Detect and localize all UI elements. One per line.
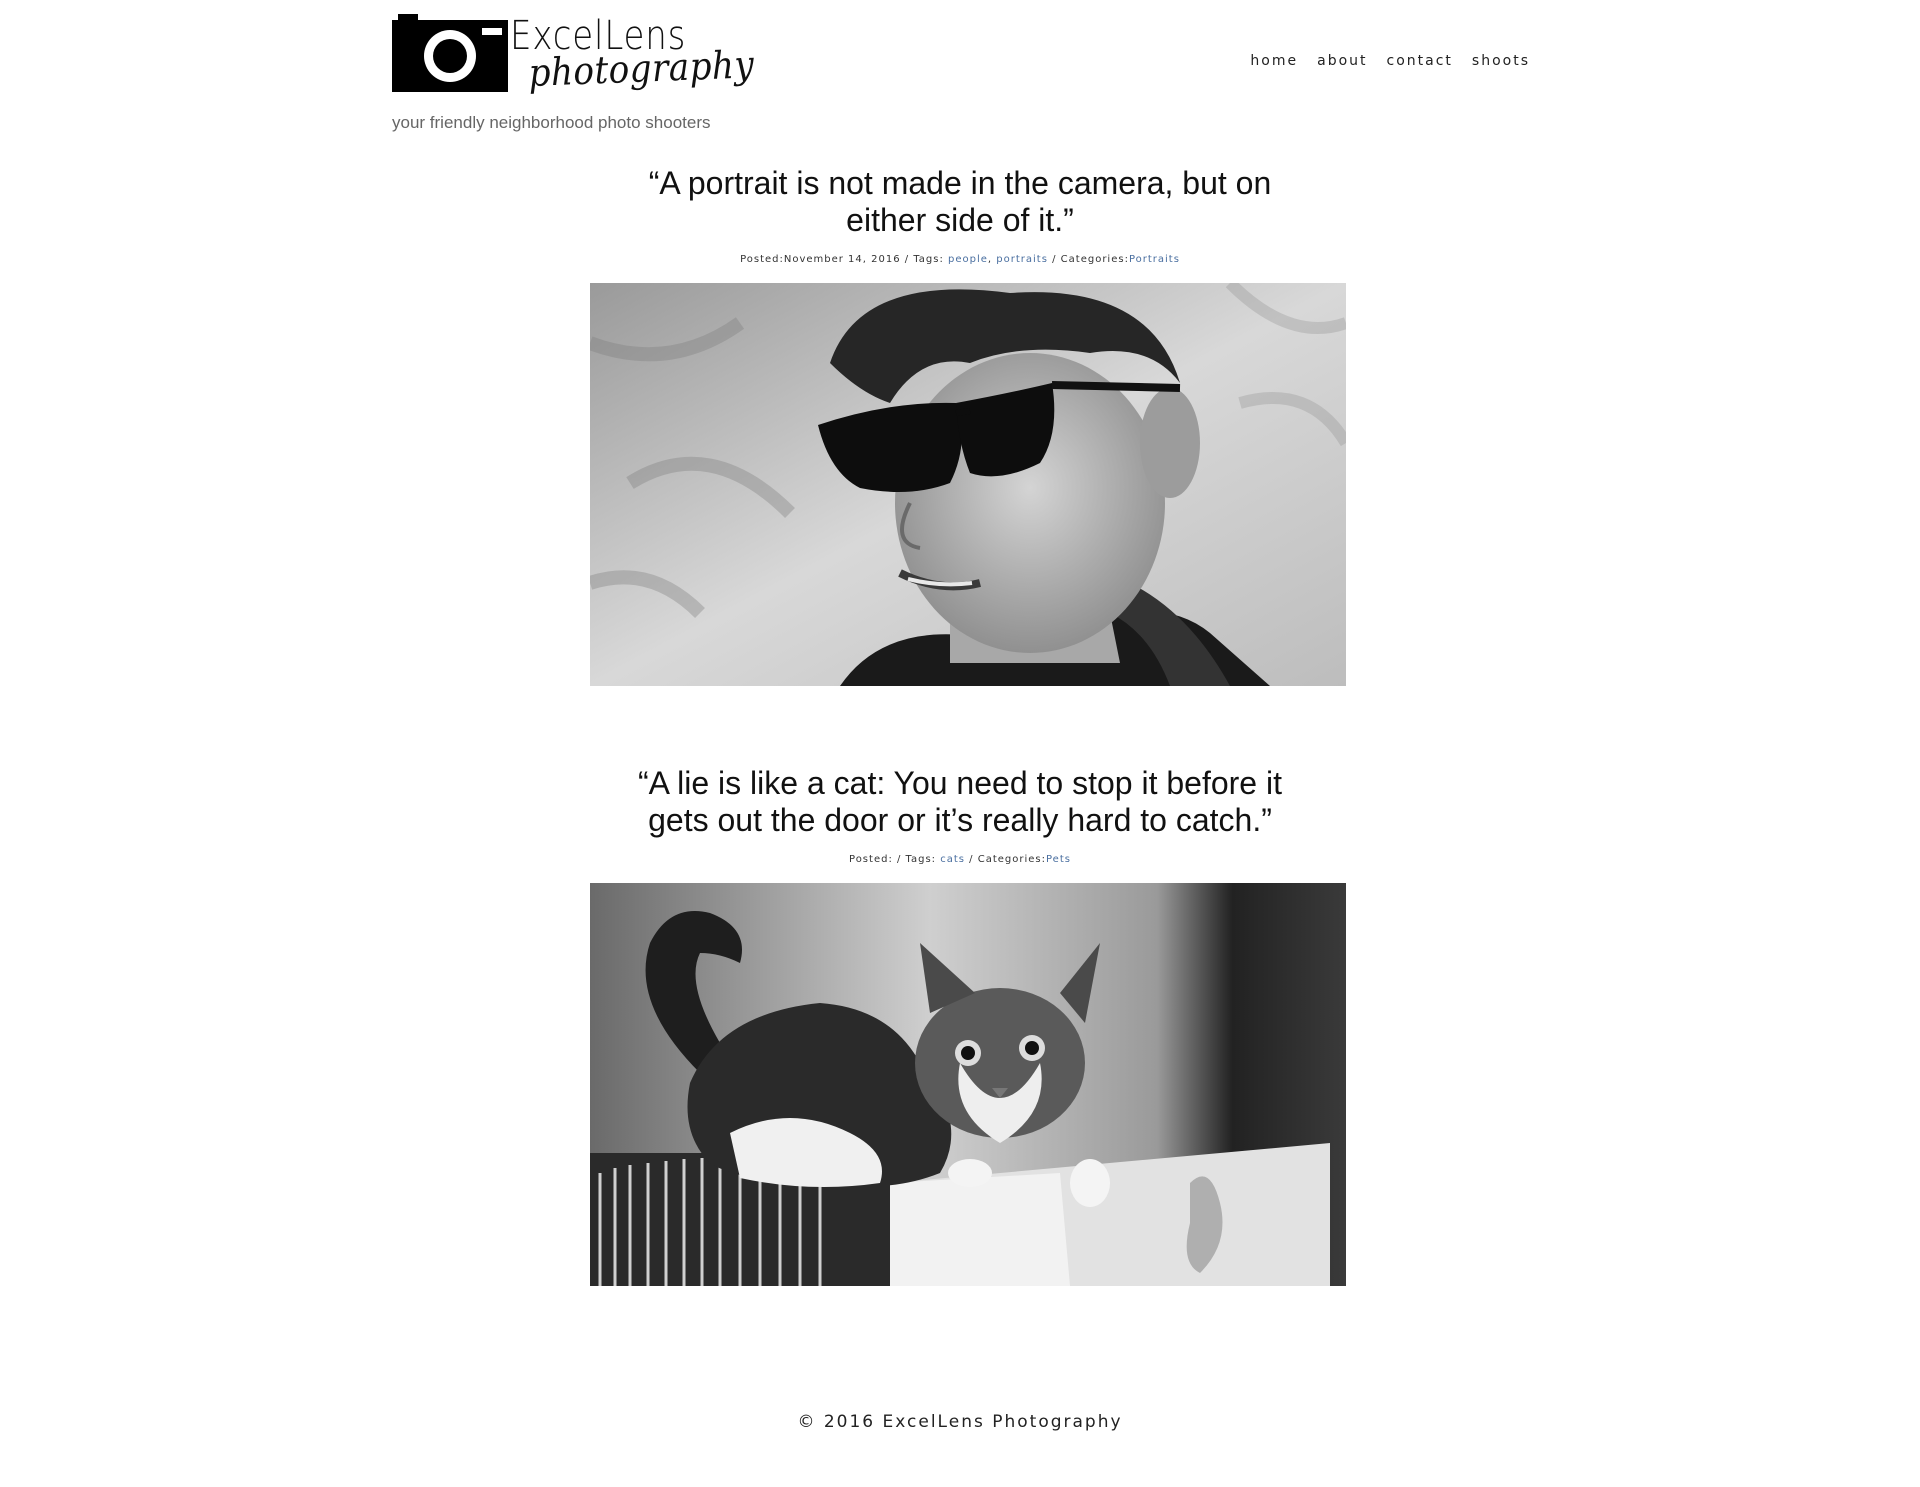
logo-script-text: photography	[527, 42, 755, 95]
tag-link[interactable]: cats	[940, 854, 965, 865]
categories-label: / Categories:	[965, 854, 1046, 865]
category-link[interactable]: Portraits	[1129, 254, 1180, 265]
camera-logo-icon	[392, 14, 508, 92]
category-link[interactable]: Pets	[1046, 854, 1071, 865]
posted-label: Posted:	[740, 254, 784, 265]
kitten-photo-icon	[590, 883, 1346, 1286]
posted-label: Posted:	[849, 854, 897, 865]
copyright-text: © 2016 ExcelLens Photography	[797, 1412, 1123, 1432]
categories-label: / Categories:	[1047, 254, 1129, 265]
tag-link[interactable]: people	[948, 254, 988, 265]
nav-contact[interactable]: contact	[1387, 53, 1453, 69]
portrait-photo-icon	[590, 283, 1346, 686]
site-tagline: your friendly neighborhood photo shooter…	[392, 113, 711, 132]
site-header: ExcelLens photography your friendly neig…	[0, 0, 1920, 150]
post-title[interactable]: “A portrait is not made in the camera, b…	[610, 165, 1310, 239]
tag-link[interactable]: portraits	[996, 254, 1048, 265]
post-image-portrait[interactable]	[590, 283, 1346, 686]
post-date: November 14, 2016	[783, 254, 901, 265]
post-meta: Posted: / Tags: cats / Categories:Pets	[560, 854, 1360, 865]
nav-about[interactable]: about	[1317, 53, 1367, 69]
tags-label: / Tags:	[900, 254, 949, 265]
main-nav: home about contact shoots	[1250, 53, 1530, 69]
nav-shoots[interactable]: shoots	[1472, 53, 1530, 69]
post-title[interactable]: “A lie is like a cat: You need to stop i…	[610, 765, 1310, 839]
post-image-kitten[interactable]	[590, 883, 1346, 1286]
tags-label: / Tags:	[897, 854, 941, 865]
site-logo[interactable]: ExcelLens photography	[392, 14, 755, 100]
nav-home[interactable]: home	[1250, 53, 1298, 69]
site-footer: © 2016 ExcelLens Photography	[0, 1412, 1920, 1432]
post-meta: Posted:November 14, 2016 / Tags: people,…	[560, 254, 1360, 265]
